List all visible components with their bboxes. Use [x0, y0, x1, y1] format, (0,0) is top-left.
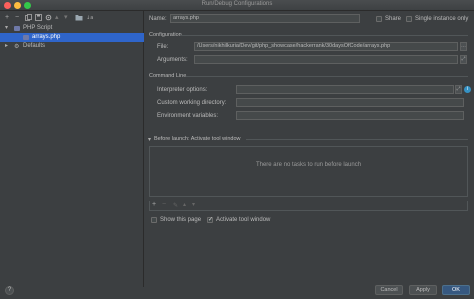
tree-item-php-script[interactable]: ▾ PHP Script: [0, 24, 144, 33]
before-launch-task-list: There are no tasks to run before launch: [149, 146, 468, 197]
share-checkbox[interactable]: [376, 16, 382, 22]
environment-variables-label: Environment variables:: [157, 113, 219, 119]
single-instance-checkbox[interactable]: [406, 16, 412, 22]
chevron-down-icon[interactable]: ▾: [148, 136, 151, 143]
expand-interpreter-options-button[interactable]: ⤢: [455, 85, 462, 94]
move-down-icon[interactable]: ▾: [64, 14, 68, 22]
tree-item-label: Defaults: [23, 43, 46, 49]
working-directory-input[interactable]: [236, 98, 464, 107]
chevron-down-icon[interactable]: ▾: [5, 24, 8, 33]
arguments-input[interactable]: [194, 55, 458, 64]
before-launch-header[interactable]: Before launch: Activate tool window: [154, 136, 241, 142]
sort-icon[interactable]: ↓a: [86, 14, 93, 24]
activate-tool-window-checkbox[interactable]: ✓: [207, 217, 213, 223]
help-button[interactable]: ?: [5, 286, 14, 295]
copy-icon[interactable]: [25, 14, 32, 24]
settings-icon[interactable]: [45, 14, 52, 24]
interpreter-options-input[interactable]: [236, 85, 454, 94]
configuration-section-title: Configuration: [149, 32, 182, 38]
move-up-icon[interactable]: ▴: [183, 201, 186, 208]
empty-task-list-text: There are no tasks to run before launch: [255, 162, 362, 168]
interpreter-options-label: Interpreter options:: [157, 87, 208, 93]
cancel-button[interactable]: Cancel: [375, 285, 403, 295]
wrench-icon: ⚙: [14, 44, 20, 50]
before-launch-divider: [246, 139, 468, 140]
environment-variables-input[interactable]: [236, 111, 464, 120]
edit-icon[interactable]: ✎: [173, 202, 178, 209]
ok-button[interactable]: OK: [442, 285, 470, 295]
title-bar: Run/Debug Configurations: [0, 0, 474, 11]
expand-arguments-button[interactable]: ⤢: [460, 55, 467, 64]
command-line-section-title: Command Line: [149, 73, 187, 79]
command-line-divider: [186, 76, 468, 77]
share-label: Share: [385, 16, 402, 22]
tree-item-label: PHP Script: [23, 25, 53, 31]
folder-icon[interactable]: [75, 14, 83, 24]
show-this-page-label: Show this page: [160, 217, 202, 223]
file-label: File:: [157, 44, 169, 50]
add-icon[interactable]: +: [5, 14, 9, 22]
svg-text:↓a: ↓a: [86, 15, 93, 21]
move-down-icon[interactable]: ▾: [192, 201, 195, 208]
help-icon[interactable]: i: [464, 86, 471, 93]
activate-tool-window-label: Activate tool window: [216, 217, 271, 223]
browse-folder-button[interactable]: …: [460, 42, 467, 51]
arguments-label: Arguments:: [157, 57, 188, 63]
tree-item-arrays-php[interactable]: arrays.php: [0, 33, 144, 42]
remove-icon[interactable]: −: [15, 14, 19, 22]
name-input[interactable]: arrays.php: [170, 14, 360, 23]
show-this-page-checkbox[interactable]: [151, 217, 157, 223]
task-list-toolbar: + − ✎ ▴ ▾: [149, 201, 468, 211]
file-input[interactable]: /Users/nikhilkuria/Dev/git/php_showcase/…: [194, 42, 458, 51]
name-label: Name:: [149, 16, 167, 22]
working-directory-label: Custom working directory:: [157, 100, 227, 106]
tree-item-label: arrays.php: [32, 34, 61, 40]
configuration-divider: [180, 35, 468, 36]
window-title: Run/Debug Configurations: [201, 1, 273, 7]
save-icon[interactable]: [35, 14, 42, 24]
configurations-tree-panel: [0, 11, 144, 287]
add-icon[interactable]: +: [152, 201, 156, 208]
php-icon: [14, 26, 20, 31]
tree-item-defaults[interactable]: ▸ ⚙ Defaults: [0, 42, 144, 51]
move-up-icon[interactable]: ▴: [55, 14, 59, 22]
php-file-icon: [23, 35, 29, 40]
chevron-right-icon[interactable]: ▸: [5, 42, 8, 51]
remove-icon[interactable]: −: [162, 201, 166, 208]
apply-button[interactable]: Apply: [409, 285, 437, 295]
single-instance-label: Single instance only: [415, 16, 469, 22]
